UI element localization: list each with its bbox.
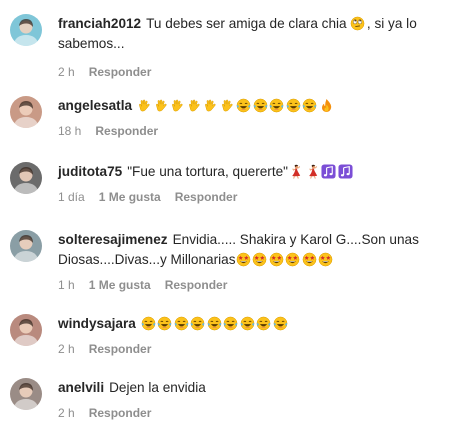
rolling-eyes-emoji [350,16,365,31]
clapping-hands-emoji [137,98,152,113]
comment-meta: 18 h Responder [58,123,456,139]
comment-message: Dejen la envidia [109,380,206,395]
comment-time: 1 día [58,190,85,204]
tears-of-joy-emoji [236,98,251,113]
avatar[interactable] [10,14,42,46]
comment-meta: 2 h Responder [58,341,456,357]
comment-username[interactable]: solteresajimenez [58,232,168,247]
comment-username[interactable]: angelesatla [58,98,132,113]
profile-picture [10,378,42,410]
star-struck-emoji [269,252,284,267]
tears-of-joy-emoji [269,98,284,113]
clapping-hands-emoji [170,98,185,113]
profile-picture [10,162,42,194]
tears-of-joy-emoji [286,98,301,113]
reply-button[interactable]: Responder [89,342,152,356]
comment-text: anelvili Dejen la envidia [58,378,456,398]
like-count-button[interactable]: 1 Me gusta [99,190,161,204]
comment-text: franciah2012 Tu debes ser amiga de clara … [58,14,456,54]
comment-text: solteresajimenez Envidia..... Shakira y K… [58,230,456,270]
avatar[interactable] [10,230,42,262]
star-struck-emoji [236,252,251,267]
comment-meta: 2 h Responder [58,405,456,421]
tears-of-joy-emoji [256,316,271,331]
dancer-emoji [288,164,303,179]
star-struck-emoji [252,252,267,267]
comment-emojis [288,164,354,179]
like-count-button[interactable]: 1 Me gusta [89,278,151,292]
tears-of-joy-emoji [157,316,172,331]
comment-emojis [137,98,335,113]
clapping-hands-emoji [220,98,235,113]
reply-button[interactable]: Responder [89,406,152,420]
tears-of-joy-emoji [253,98,268,113]
comment-username[interactable]: franciah2012 [58,16,141,31]
comment-message: Tu debes ser amiga de clara chia [146,16,347,31]
music-notes-emoji [337,164,353,179]
reply-button[interactable]: Responder [175,190,238,204]
fire-emoji [319,98,334,113]
avatar[interactable] [10,378,42,410]
comment-username[interactable]: anelvili [58,380,104,395]
reply-button[interactable]: Responder [95,124,158,138]
comment-meta: 1 h 1 Me gusta Responder [58,277,456,293]
comment-text: juditota75 "Fue una tortura, quererte" [58,162,456,182]
comment-time: 1 h [58,278,75,292]
star-struck-emoji [285,252,300,267]
clapping-hands-emoji [187,98,202,113]
comment-emojis [236,252,335,267]
clapping-hands-emoji [154,98,169,113]
profile-picture [10,314,42,346]
avatar[interactable] [10,96,42,128]
profile-picture [10,230,42,262]
tears-of-joy-emoji [174,316,189,331]
tears-of-joy-emoji [273,316,288,331]
comment-username[interactable]: windysajara [58,316,136,331]
comment-meta: 1 día 1 Me gusta Responder [58,189,456,205]
comment-message: "Fue una tortura, quererte" [127,164,288,179]
music-notes-emoji [321,164,336,179]
tears-of-joy-emoji [302,98,317,113]
star-struck-emoji [318,252,333,267]
tears-of-joy-emoji [240,316,255,331]
comment-username[interactable]: juditota75 [58,164,122,179]
comment-time: 2 h [58,406,75,420]
tears-of-joy-emoji [141,316,156,331]
comment-time: 2 h [58,65,75,79]
profile-picture [10,96,42,128]
comment-emojis [141,316,290,331]
comment-time: 2 h [58,342,75,356]
tears-of-joy-emoji [207,316,222,331]
reply-button[interactable]: Responder [89,65,152,79]
comment-meta: 2 h Responder [58,64,456,80]
tears-of-joy-emoji [190,316,205,331]
profile-picture [10,14,42,46]
avatar[interactable] [10,162,42,194]
star-struck-emoji [302,252,317,267]
comment-time: 18 h [58,124,82,138]
comment-text: angelesatla [58,96,456,116]
avatar[interactable] [10,314,42,346]
dancer-emoji [305,164,320,179]
comment-text: windysajara [58,314,456,334]
tears-of-joy-emoji [223,316,238,331]
clapping-hands-emoji [203,98,218,113]
reply-button[interactable]: Responder [165,278,228,292]
